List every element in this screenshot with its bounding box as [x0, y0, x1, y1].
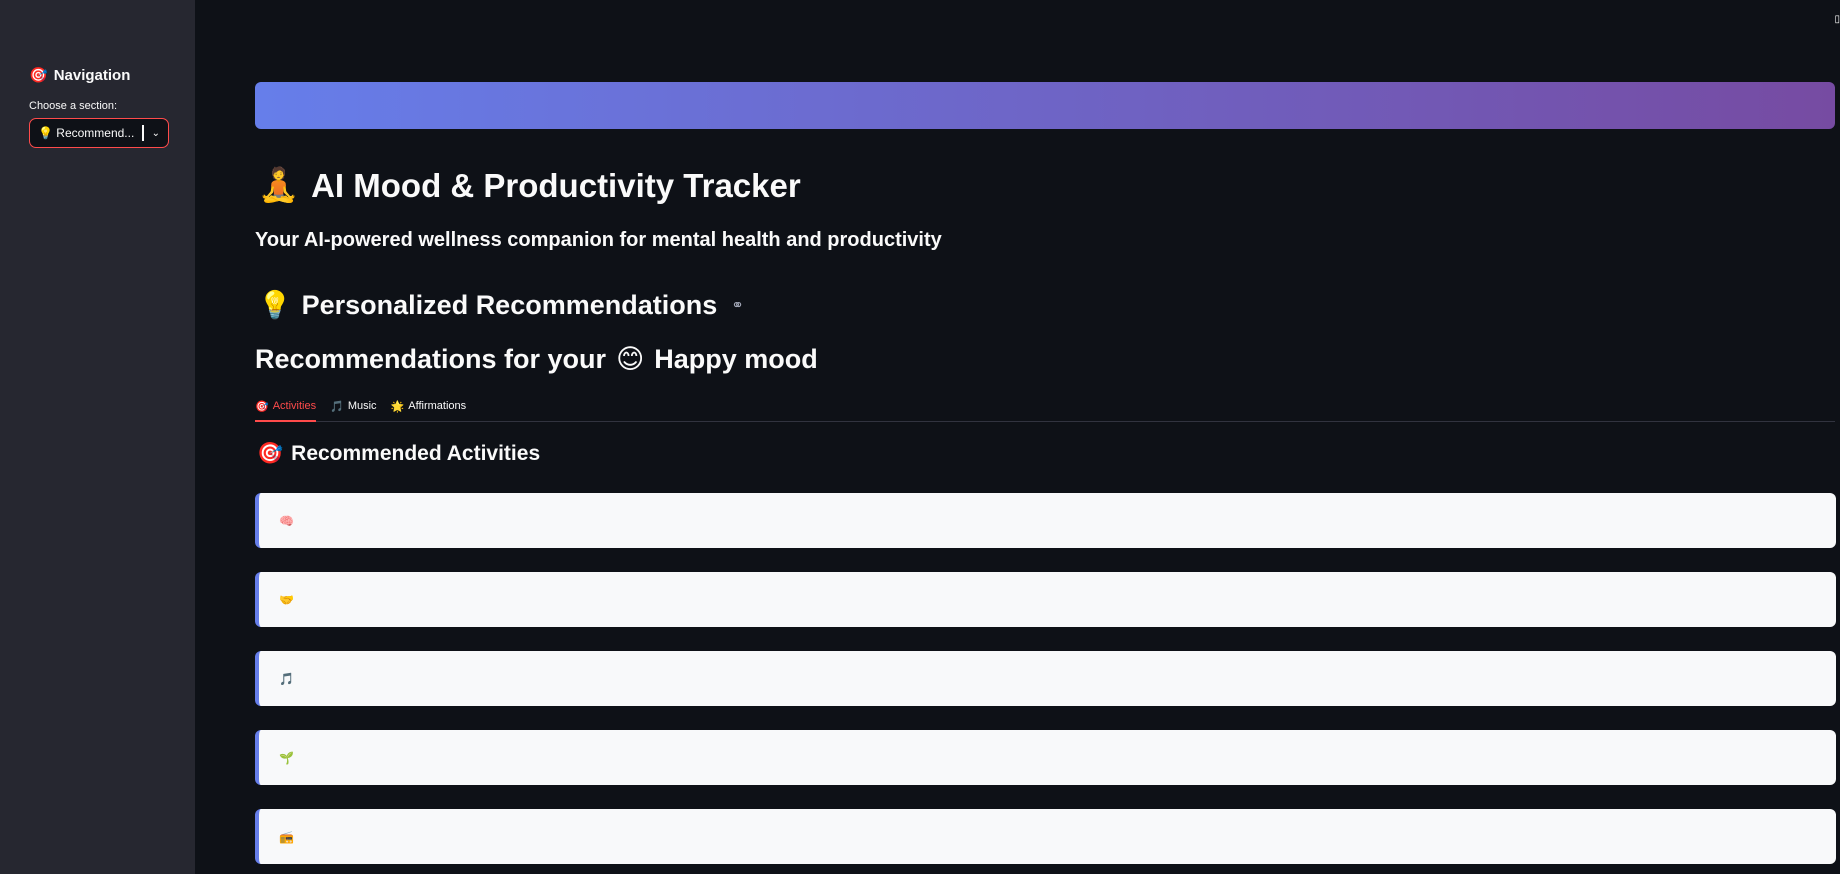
activity-card: 🌱 — [255, 730, 1836, 785]
tab-bar: 🎯 Activities 🎵 Music 🌟 Affirmations — [255, 397, 1835, 422]
app-root: 🎯 Navigation Choose a section: 💡 Recomme… — [0, 0, 1840, 874]
smiley-icon: 😊 — [616, 344, 645, 374]
sidebar-title: 🎯 Navigation — [29, 66, 131, 85]
chevron-down-icon[interactable]: ⌄ — [152, 128, 160, 139]
activity-card: 📻 — [255, 809, 1836, 864]
corner-icon[interactable]: ▯ — [1834, 14, 1840, 25]
tab-label: Music — [347, 400, 377, 412]
handshake-icon: 🤝 — [279, 592, 294, 607]
seedling-icon: 🌱 — [279, 750, 294, 765]
activities-heading: 🎯 Recommended Activities — [257, 442, 540, 466]
mood-label: Happy mood — [654, 344, 818, 374]
activity-list: 🧠 🤝 🎵 🌱 📻 — [255, 493, 1836, 874]
activity-card: 🧠 — [255, 493, 1836, 548]
activities-heading-text: Recommended Activities — [291, 442, 541, 465]
music-note-icon: 🎵 — [330, 401, 344, 413]
star-icon: 🌟 — [390, 401, 405, 413]
sidebar: 🎯 Navigation Choose a section: 💡 Recomme… — [0, 0, 195, 874]
tab-music[interactable]: 🎵 Music — [330, 397, 376, 422]
section-select-value: 💡 Recommend... — [38, 126, 135, 140]
section-select[interactable]: 💡 Recommend... ⌄ — [29, 118, 169, 148]
page-subtitle: Your AI-powered wellness companion for m… — [255, 229, 942, 251]
header-banner — [255, 82, 1835, 129]
tab-activities[interactable]: 🎯 Activities — [255, 397, 317, 422]
meditation-icon: 🧘 — [258, 166, 300, 203]
brain-icon: 🧠 — [279, 513, 294, 528]
lightbulb-icon: 💡 — [258, 290, 292, 320]
music-note-icon: 🎵 — [279, 671, 294, 686]
tab-label: Activities — [272, 400, 317, 412]
activity-card: 🎵 — [255, 651, 1836, 706]
text-cursor — [141, 125, 144, 141]
sidebar-title-label: Navigation — [53, 66, 131, 84]
activity-card: 🤝 — [255, 572, 1836, 627]
section-select-label: Choose a section: — [29, 100, 118, 112]
tab-label: Affirmations — [408, 400, 467, 412]
recommendations-heading: Recommendations for your 😊 Happy mood — [255, 344, 818, 375]
link-icon[interactable]: ⚭ — [731, 296, 744, 314]
target-icon: 🎯 — [29, 67, 48, 84]
section-heading-text: Personalized Recommendations — [301, 289, 718, 320]
page-title: 🧘 AI Mood & Productivity Tracker — [258, 166, 801, 205]
radio-icon: 📻 — [279, 829, 294, 844]
page-title-text: AI Mood & Productivity Tracker — [311, 166, 801, 204]
target-icon: 🎯 — [257, 442, 284, 465]
tab-affirmations[interactable]: 🌟 Affirmations — [391, 397, 467, 422]
recommendations-prefix: Recommendations for your — [255, 344, 607, 374]
section-heading: 💡 Personalized Recommendations ⚭ — [258, 289, 744, 321]
target-icon: 🎯 — [255, 401, 269, 413]
